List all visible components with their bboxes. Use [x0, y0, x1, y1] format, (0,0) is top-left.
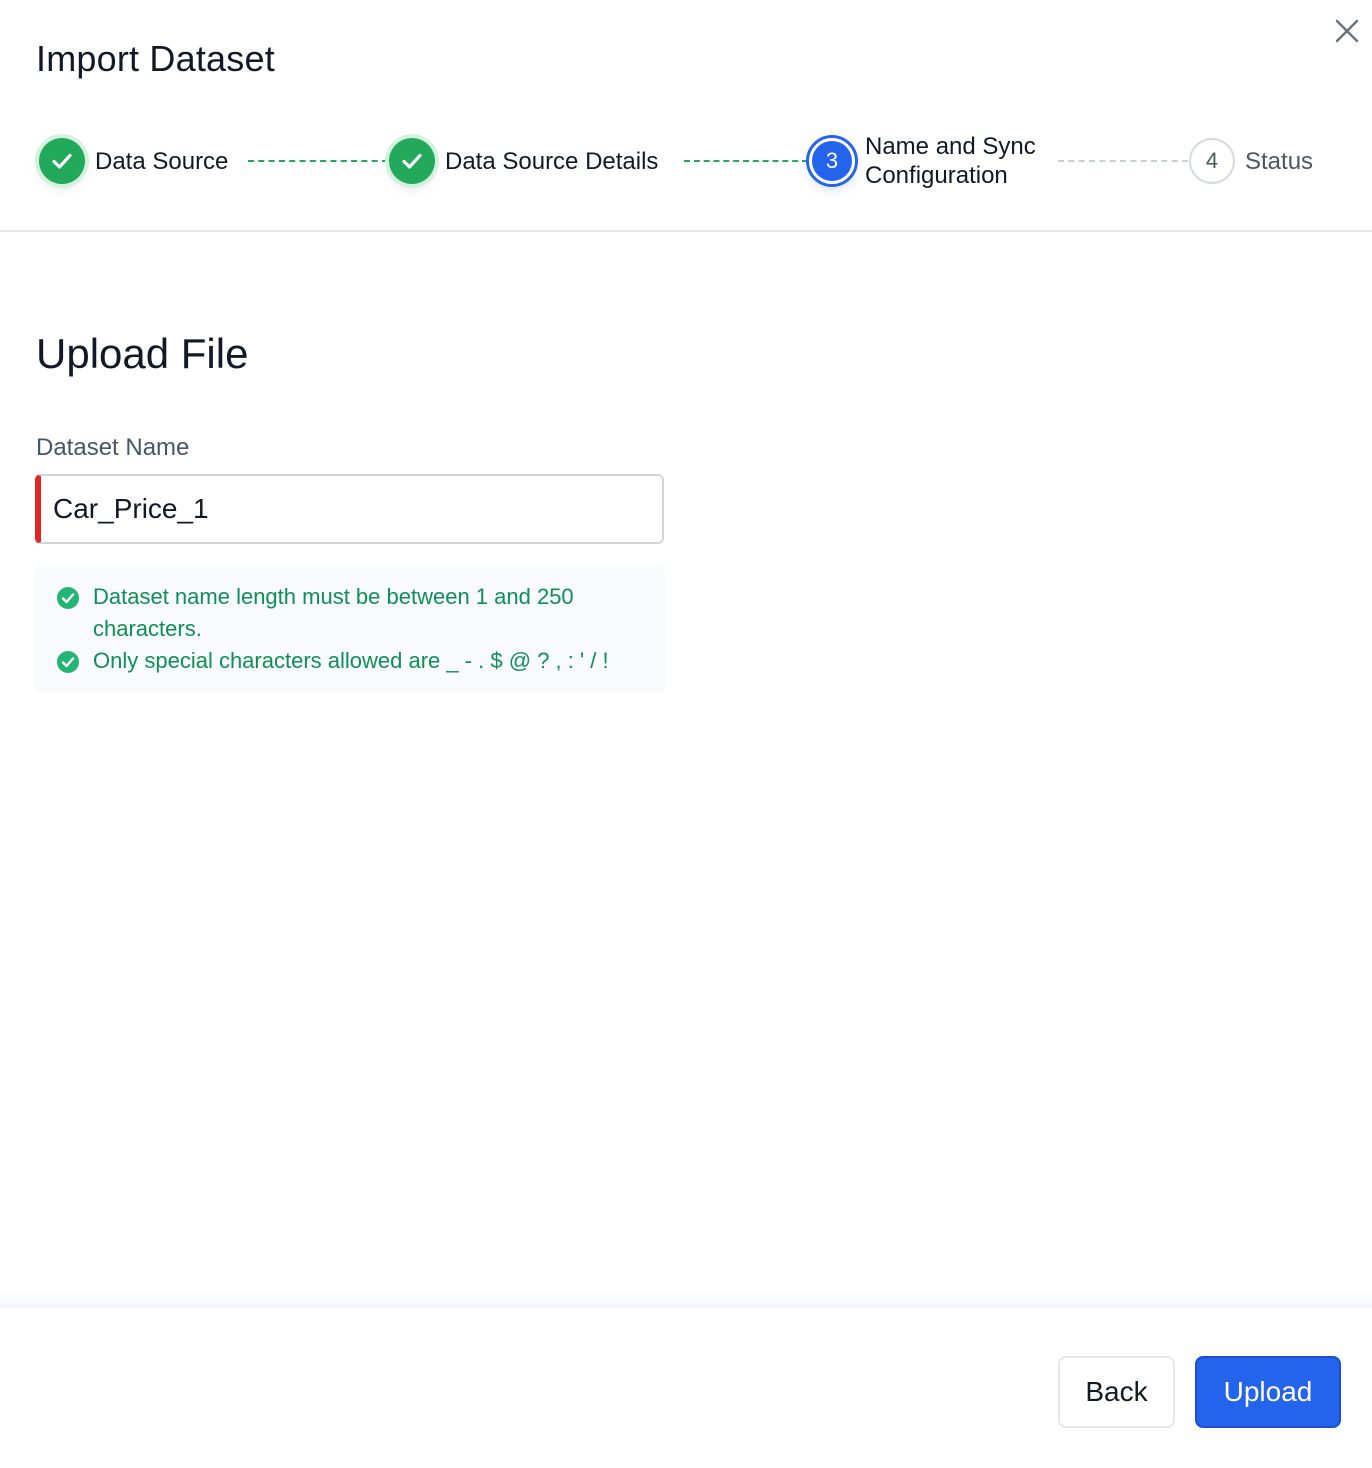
validation-rules: Dataset name length must be between 1 an…	[35, 565, 665, 693]
stepper: Data Source Data Source Details 3 Name a…	[0, 0, 1372, 231]
check-icon	[389, 138, 435, 184]
step-label: Data Source	[95, 147, 229, 175]
upload-button[interactable]: Upload	[1195, 1356, 1341, 1428]
check-circle-icon	[57, 650, 79, 673]
rule-text: Only special characters allowed are _ - …	[93, 648, 609, 673]
rule-text-line-1: Dataset name length must be between 1 an…	[93, 584, 574, 609]
step-label: Status	[1245, 147, 1314, 175]
step-label-line-2: Configuration	[865, 162, 1008, 189]
dataset-name-input[interactable]	[35, 474, 664, 544]
header-divider	[0, 230, 1372, 232]
step-number: 4	[1189, 138, 1235, 184]
step-label-line-1: Name and Sync	[865, 133, 1036, 160]
step-data-source[interactable]: Data Source	[39, 138, 228, 184]
rule-text: Dataset name length must be between 1 an…	[93, 581, 574, 645]
rule-length: Dataset name length must be between 1 an…	[57, 581, 645, 645]
step-label: Name and Sync Configuration	[865, 132, 1036, 190]
section-title: Upload File	[36, 330, 249, 377]
step-number: 3	[809, 138, 855, 184]
back-button[interactable]: Back	[1058, 1356, 1175, 1428]
rule-special-characters: Only special characters allowed are _ - …	[57, 645, 645, 677]
step-connector-3-4	[1058, 160, 1188, 162]
step-connector-1-2	[248, 160, 388, 162]
import-dataset-dialog: Import Dataset Data Source Data Source D…	[0, 0, 1372, 1468]
dataset-name-label: Dataset Name	[36, 434, 190, 461]
footer-separator	[0, 1290, 1372, 1308]
step-name-and-sync-configuration[interactable]: 3 Name and Sync Configuration	[809, 132, 1036, 190]
check-icon	[39, 138, 85, 184]
rule-text-line-2: characters.	[93, 616, 202, 641]
step-status[interactable]: 4 Status	[1189, 138, 1313, 184]
check-circle-icon	[57, 586, 79, 609]
step-label: Data Source Details	[445, 147, 659, 175]
step-data-source-details[interactable]: Data Source Details	[389, 138, 658, 184]
step-connector-2-3	[684, 160, 808, 162]
